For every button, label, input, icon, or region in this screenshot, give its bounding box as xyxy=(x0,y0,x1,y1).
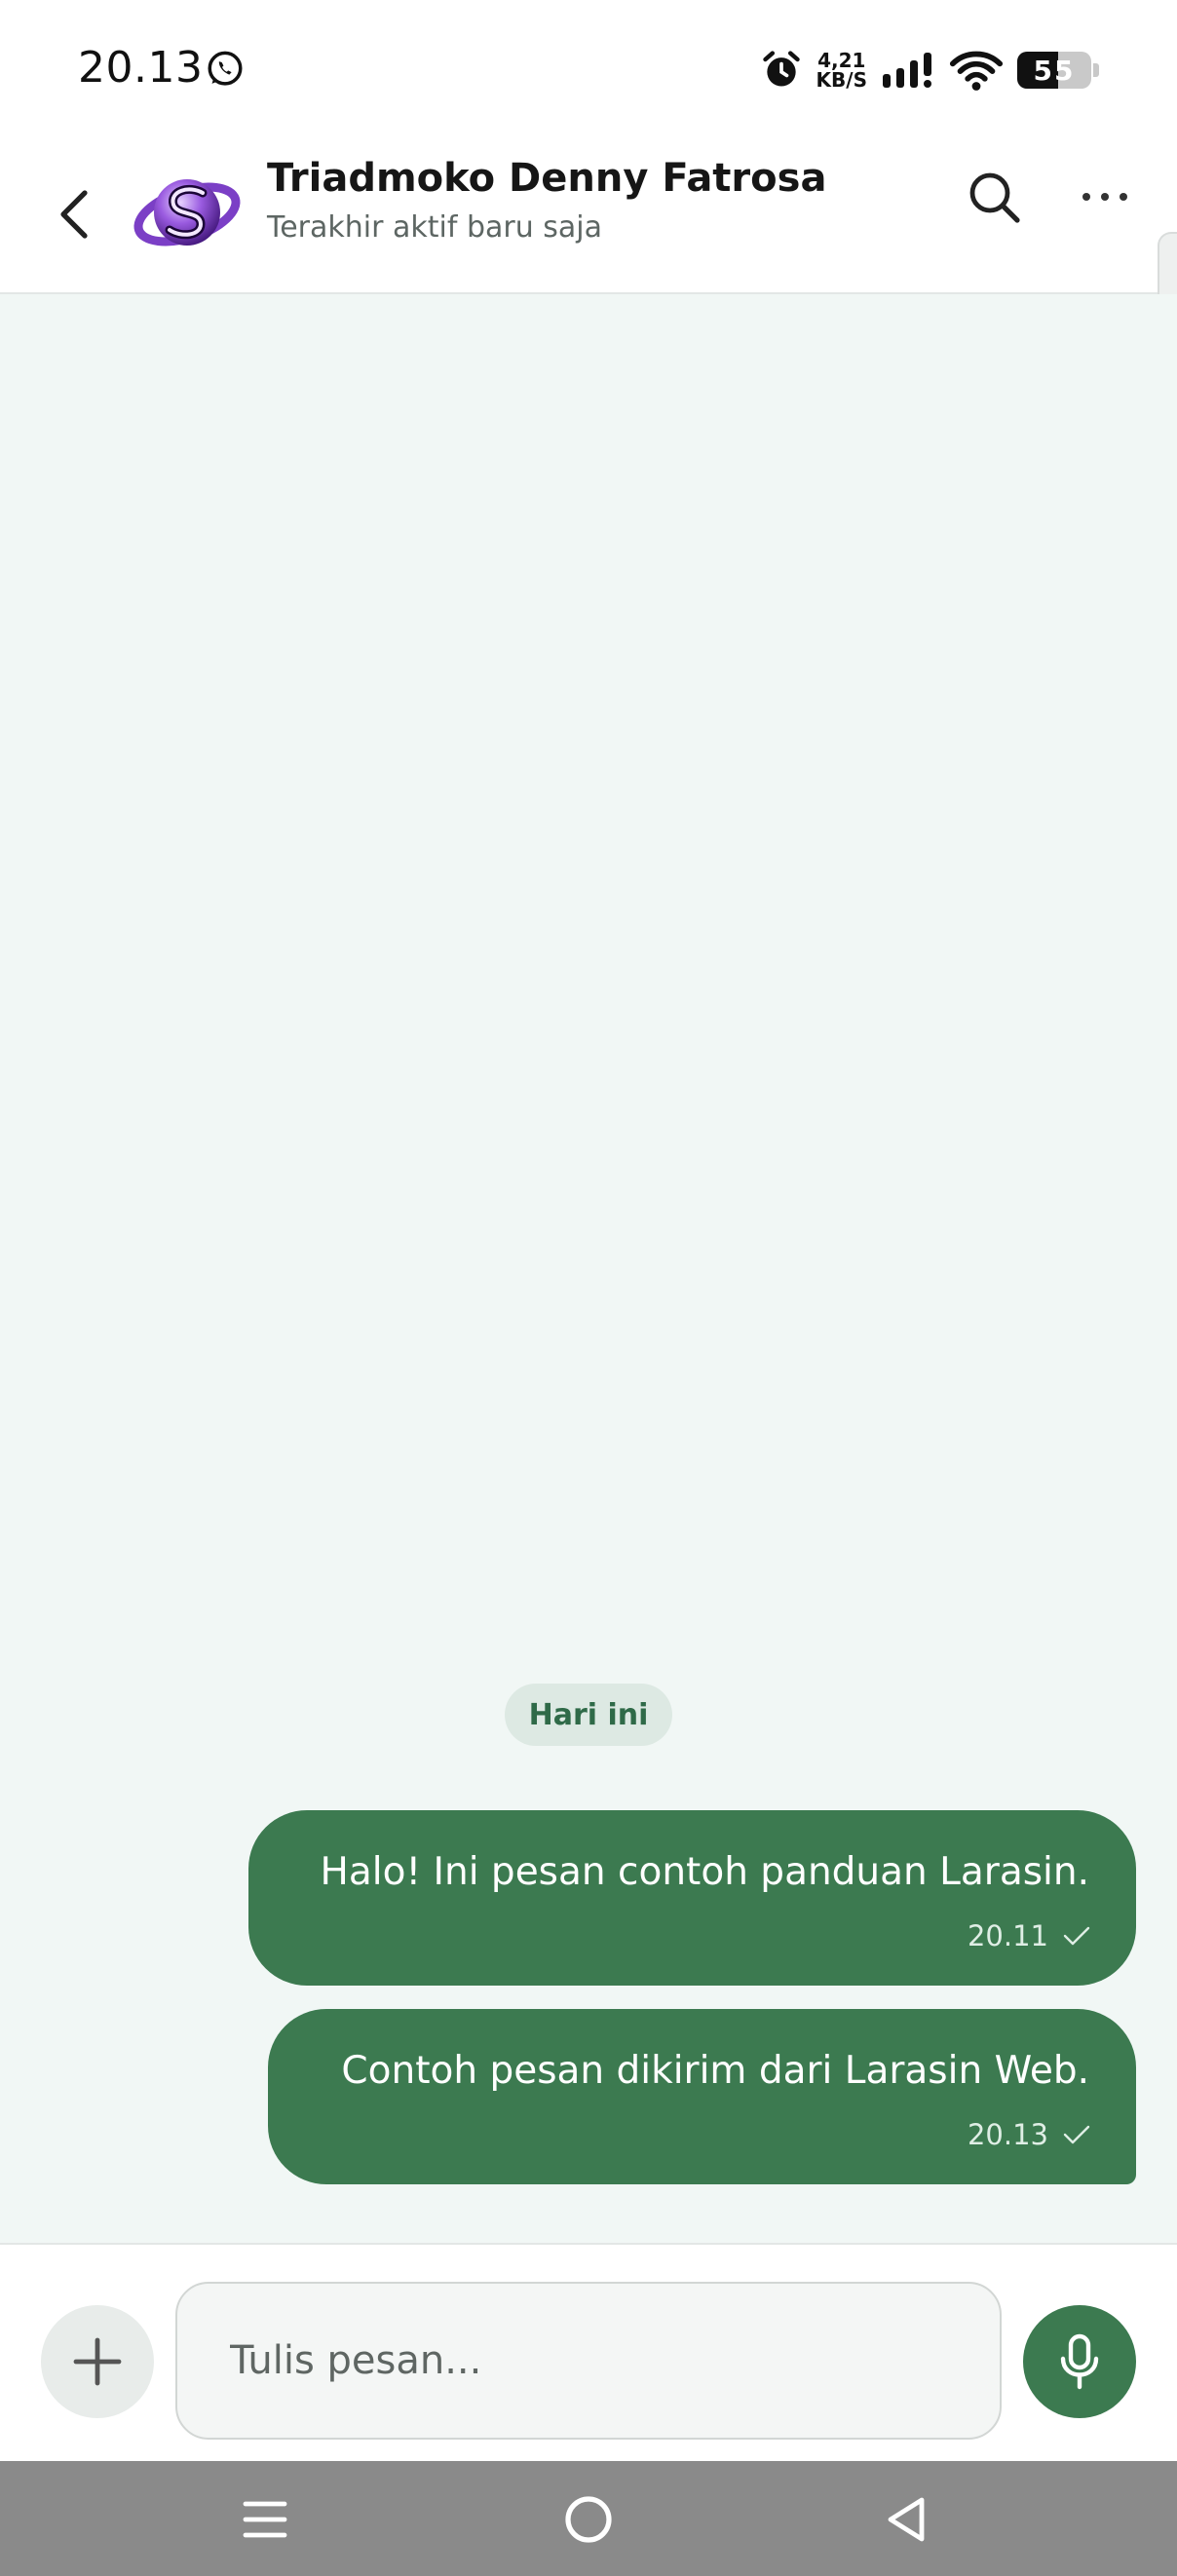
home-button[interactable] xyxy=(550,2482,627,2557)
status-bar: 20.13 4,21 KB/S 55 xyxy=(0,0,1177,136)
back-arrow-icon xyxy=(60,190,88,239)
signal-icon xyxy=(883,53,931,88)
check-icon xyxy=(1063,2125,1090,2144)
message-text: Contoh pesan dikirim dari Larasin Web. xyxy=(341,2049,1089,2093)
more-icon xyxy=(1082,193,1127,201)
date-separator: Hari ini xyxy=(505,1684,672,1746)
plus-icon xyxy=(73,2337,122,2386)
net-speed-value: 4,21 xyxy=(817,49,866,72)
wifi-icon xyxy=(949,51,1004,91)
battery-icon: 55 xyxy=(1017,52,1091,89)
message-time: 20.11 xyxy=(967,1919,1048,1952)
chat-header: Triadmoko Denny Fatrosa Terakhir aktif b… xyxy=(0,136,1177,294)
microphone-icon xyxy=(1060,2333,1099,2390)
message-input[interactable] xyxy=(175,2282,1002,2440)
check-icon xyxy=(1063,1926,1090,1946)
net-speed: 4,21 KB/S xyxy=(816,51,867,90)
message-text: Halo! Ini pesan contoh panduan Larasin. xyxy=(320,1850,1089,1894)
chat-area[interactable]: Hari ini Halo! Ini pesan contoh panduan … xyxy=(0,294,1177,2243)
attach-button[interactable] xyxy=(41,2305,154,2418)
net-speed-unit: KB/S xyxy=(816,68,867,92)
status-time: 20.13 xyxy=(78,43,204,93)
battery-level: 55 xyxy=(1033,54,1076,87)
status-icons: 4,21 KB/S 55 xyxy=(760,43,1099,97)
menu-icon xyxy=(243,2501,287,2538)
battery-cap xyxy=(1093,63,1099,77)
avatar-logo-icon xyxy=(131,156,244,269)
message-composer xyxy=(0,2243,1177,2463)
search-icon xyxy=(969,172,1020,223)
nav-back-button[interactable] xyxy=(867,2482,945,2557)
more-options-button[interactable] xyxy=(1068,160,1142,234)
contact-name[interactable]: Triadmoko Denny Fatrosa xyxy=(267,156,826,201)
system-nav-bar xyxy=(0,2461,1177,2576)
alarm-icon xyxy=(762,51,800,87)
contact-status: Terakhir aktif baru saja xyxy=(267,210,602,245)
message-bubble-sent[interactable]: Contoh pesan dikirim dari Larasin Web. 2… xyxy=(268,2009,1136,2184)
avatar[interactable] xyxy=(131,156,244,269)
voice-note-button[interactable] xyxy=(1023,2305,1136,2418)
recent-apps-button[interactable] xyxy=(226,2482,304,2557)
back-icon xyxy=(888,2497,925,2542)
search-button[interactable] xyxy=(957,160,1031,234)
message-time: 20.13 xyxy=(967,2118,1048,2151)
whatsapp-icon xyxy=(208,51,243,86)
message-meta: 20.13 xyxy=(968,2118,1091,2151)
message-bubble-sent[interactable]: Halo! Ini pesan contoh panduan Larasin. … xyxy=(248,1810,1136,1986)
home-icon xyxy=(565,2496,612,2543)
message-meta: 20.11 xyxy=(968,1919,1091,1952)
back-button[interactable] xyxy=(47,171,101,257)
